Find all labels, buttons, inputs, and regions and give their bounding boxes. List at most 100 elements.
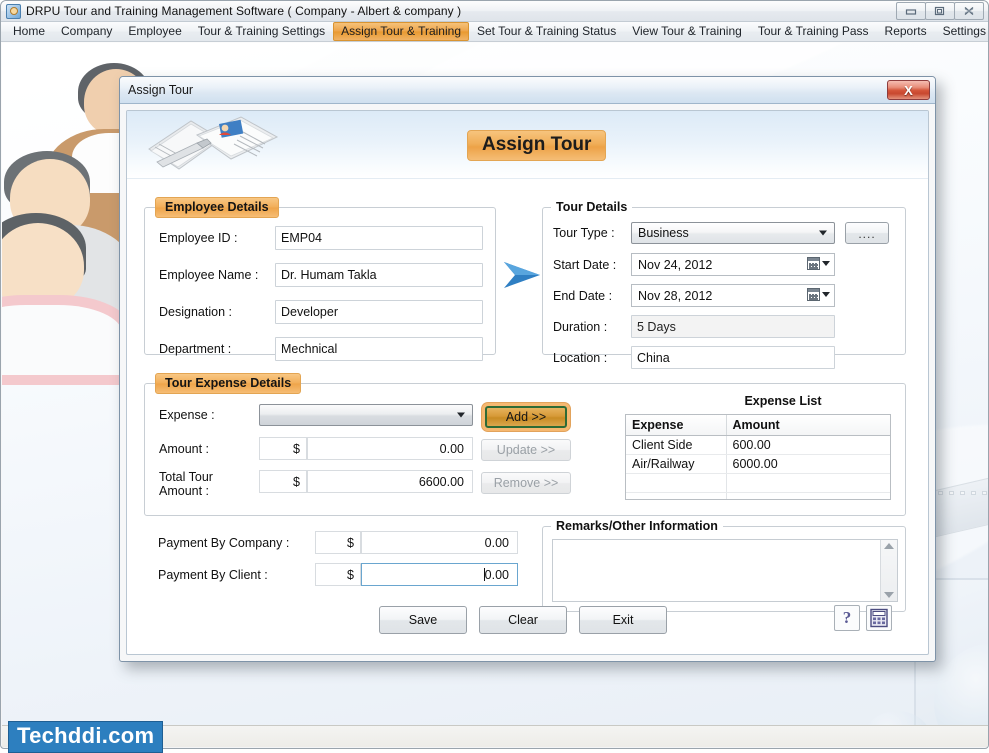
window-titlebar: DRPU Tour and Training Management Softwa… — [1, 1, 988, 22]
scroll-up-icon[interactable] — [884, 543, 894, 549]
close-icon[interactable] — [954, 2, 984, 20]
menu-item-set-tour-training-status[interactable]: Set Tour & Training Status — [469, 22, 624, 41]
duration-input — [631, 315, 835, 338]
techddi-watermark: Techddi.com — [8, 721, 164, 753]
maximize-icon[interactable] — [925, 2, 955, 20]
notebook-pen-icon — [145, 115, 281, 177]
expense-select[interactable] — [259, 404, 473, 426]
minimize-icon[interactable] — [896, 2, 926, 20]
calculator-icon[interactable] — [866, 605, 892, 631]
tour-type-browse-button[interactable]: .... — [845, 222, 889, 244]
calendar-icon — [807, 257, 820, 270]
cell-expense: Air/Railway — [626, 454, 727, 474]
app-logo-icon — [6, 3, 21, 19]
add-expense-button[interactable]: Add >> — [485, 406, 567, 428]
employee-id-input[interactable] — [275, 226, 483, 250]
end-date-input[interactable]: Nov 28, 2012 — [631, 284, 835, 307]
total-tour-amount-input[interactable]: 6600.00 — [307, 470, 473, 493]
payment-by-client-input[interactable]: 0.00 — [361, 563, 518, 586]
cell-expense — [626, 473, 727, 493]
department-label: Department : — [159, 342, 232, 356]
field-employee-name: Employee Name : — [159, 263, 483, 287]
clear-button[interactable]: Clear — [479, 606, 567, 634]
chevron-down-icon — [822, 292, 830, 297]
menu-item-assign-tour-training[interactable]: Assign Tour & Training — [333, 22, 469, 41]
dialog-title: Assign Tour — [128, 83, 194, 97]
amount-input[interactable]: 0.00 — [307, 437, 473, 460]
svg-text:?: ? — [843, 608, 852, 627]
window-controls — [896, 2, 984, 20]
start-date-input[interactable]: Nov 24, 2012 — [631, 253, 835, 276]
save-button[interactable]: Save — [379, 606, 467, 634]
tour-type-select[interactable]: Business — [631, 222, 835, 244]
main-menubar: Home Company Employee Tour & Training Se… — [1, 22, 988, 42]
chevron-down-icon — [822, 261, 830, 266]
field-payment-by-company: Payment By Company : $ 0.00 — [158, 531, 518, 554]
tour-type-value: Business — [638, 226, 689, 240]
payment-by-client-label: Payment By Client : — [158, 567, 268, 582]
dialog-titlebar: Assign Tour X — [120, 77, 935, 104]
help-question-icon[interactable]: ? — [834, 605, 860, 631]
menu-item-employee[interactable]: Employee — [120, 22, 189, 41]
window-title: DRPU Tour and Training Management Softwa… — [26, 4, 462, 18]
column-amount: Amount — [726, 415, 890, 436]
dialog-header-band: Assign Tour — [127, 111, 928, 179]
field-end-date: End Date : Nov 28, 2012 — [553, 284, 835, 307]
cell-expense: Client Side — [626, 435, 727, 455]
cell-amount: 600.00 — [726, 435, 890, 455]
calendar-dropdown-icon[interactable] — [807, 288, 830, 301]
tour-expense-details-group: Tour Expense Details Expense : Amount : … — [144, 373, 906, 516]
tour-details-legend: Tour Details — [551, 200, 633, 214]
table-row[interactable]: Client Side 600.00 — [626, 435, 890, 455]
expense-list-table[interactable]: Expense Amount Client Side 600.00 Air/Ra… — [625, 414, 891, 500]
field-payment-by-client: Payment By Client : $ 0.00 — [158, 563, 518, 586]
employee-details-group: Employee Details Employee ID : Employee … — [144, 197, 496, 361]
designation-input[interactable] — [275, 300, 483, 324]
update-expense-button: Update >> — [481, 439, 571, 461]
table-row[interactable] — [626, 473, 890, 493]
field-start-date: Start Date : Nov 24, 2012 — [553, 253, 835, 276]
menu-item-settings[interactable]: Settings — [935, 22, 988, 41]
cell-amount — [726, 473, 890, 493]
location-input[interactable] — [631, 346, 835, 369]
column-expense: Expense — [626, 415, 727, 436]
employee-name-input[interactable] — [275, 263, 483, 287]
field-duration: Duration : — [553, 315, 835, 338]
dialog-header-title: Assign Tour — [467, 130, 607, 161]
tour-expense-details-legend: Tour Expense Details — [155, 373, 302, 394]
menu-item-company[interactable]: Company — [53, 22, 120, 41]
menu-item-tour-training-pass[interactable]: Tour & Training Pass — [750, 22, 877, 41]
field-employee-id: Employee ID : — [159, 226, 483, 250]
dialog-footer: Save Clear Exit ? — [127, 594, 928, 654]
dialog-body: Assign Tour Employee Details Employee ID… — [126, 110, 929, 655]
calendar-dropdown-icon[interactable] — [807, 257, 830, 270]
menu-item-view-tour-training[interactable]: View Tour & Training — [624, 22, 750, 41]
chevron-down-icon — [819, 230, 827, 236]
end-date-label: End Date : — [553, 288, 613, 303]
total-tour-amount-label: Total Tour Amount : — [159, 470, 213, 498]
dialog-close-button[interactable]: X — [887, 80, 930, 100]
table-row[interactable]: Air/Railway 6000.00 — [626, 454, 890, 474]
remarks-textarea[interactable] — [552, 539, 898, 602]
assign-tour-dialog: Assign Tour X Assign Tour Employee Detai… — [119, 76, 936, 662]
chevron-down-icon — [457, 412, 465, 418]
start-date-value: Nov 24, 2012 — [638, 257, 713, 272]
field-expense: Expense : — [159, 404, 473, 426]
duration-label: Duration : — [553, 319, 608, 334]
cell-expense — [626, 492, 727, 499]
tour-type-label: Tour Type : — [553, 226, 615, 240]
remarks-scrollbar[interactable] — [880, 540, 897, 601]
application-window: DRPU Tour and Training Management Softwa… — [0, 0, 989, 749]
table-row[interactable] — [626, 492, 890, 499]
payment-by-company-label: Payment By Company : — [158, 535, 290, 550]
payment-by-company-input[interactable]: 0.00 — [361, 531, 518, 554]
field-amount: Amount : $ 0.00 — [159, 437, 473, 460]
menu-item-tour-training-settings[interactable]: Tour & Training Settings — [190, 22, 333, 41]
menu-item-home[interactable]: Home — [5, 22, 53, 41]
workspace-background: Assign Tour X Assign Tour Employee Detai… — [2, 43, 988, 726]
department-input[interactable] — [275, 337, 483, 361]
field-department: Department : — [159, 337, 483, 361]
remarks-legend: Remarks/Other Information — [551, 519, 723, 533]
menu-item-reports[interactable]: Reports — [877, 22, 935, 41]
exit-button[interactable]: Exit — [579, 606, 667, 634]
